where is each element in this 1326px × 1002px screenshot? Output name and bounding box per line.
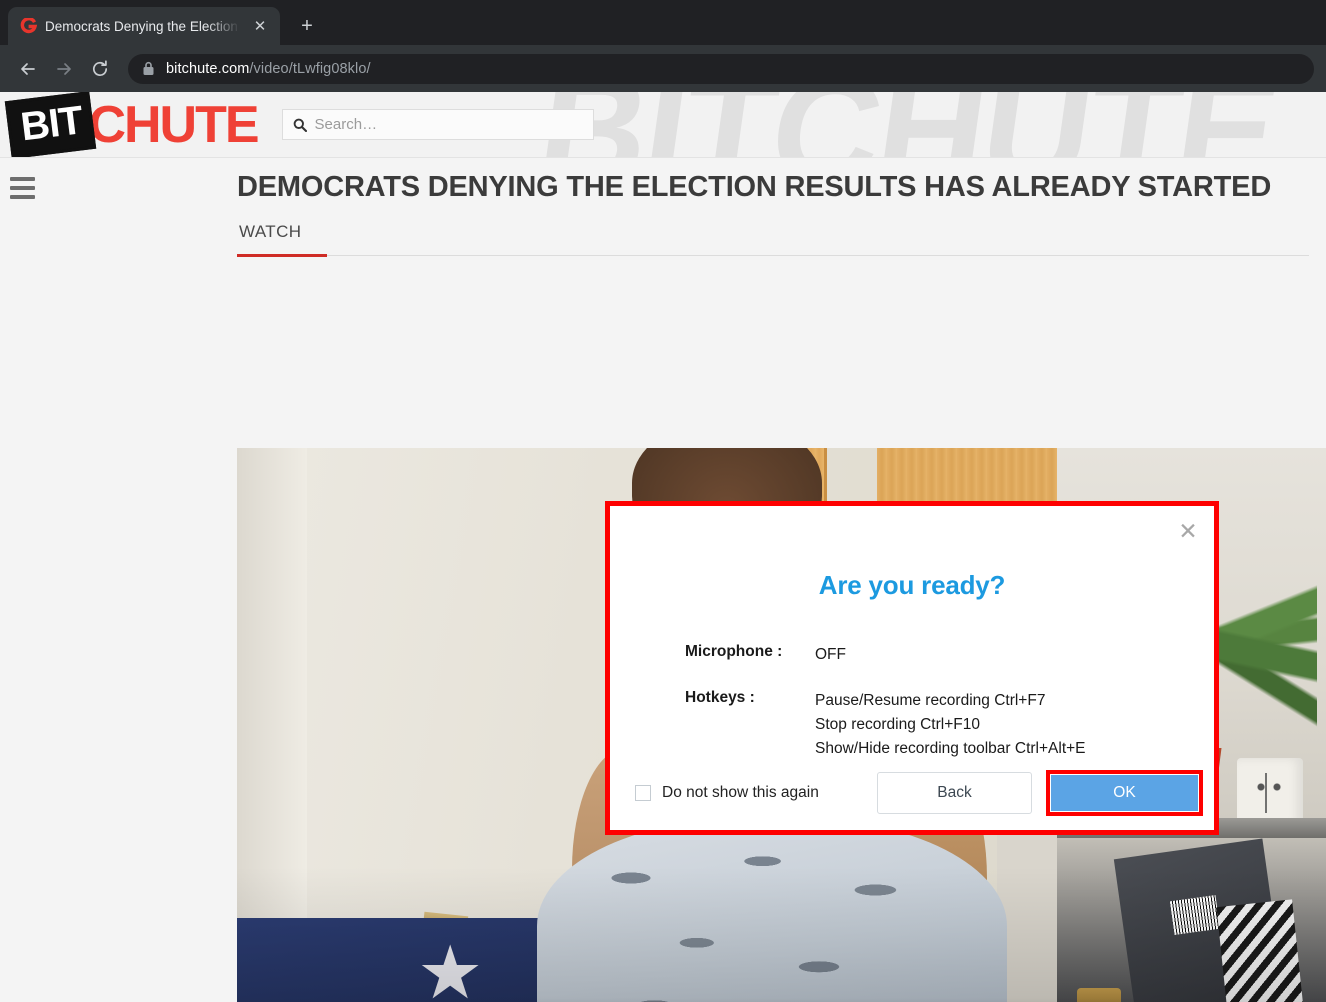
recorder-ready-dialog: ✕ Are you ready? Microphone : OFF Hotkey…	[610, 506, 1214, 830]
content-tabs: WATCH	[237, 216, 1309, 257]
tab-watch[interactable]: WATCH	[237, 216, 328, 257]
address-bar[interactable]: bitchute.com/video/tLwfig08klo/	[128, 53, 1314, 84]
search-input[interactable]	[314, 116, 583, 133]
bitchute-favicon-icon	[20, 17, 37, 35]
tab-strip: Democrats Denying the Election ✕ +	[0, 0, 1326, 45]
forward-icon[interactable]	[48, 53, 80, 85]
ok-button[interactable]: OK	[1051, 775, 1198, 811]
page-body: BITCHUTE BIT CHUTE DEMOCRATS DENYING THE…	[0, 92, 1326, 1002]
menu-bar-3	[10, 195, 35, 199]
close-icon[interactable]: ✕	[250, 16, 270, 36]
player-controls: 00:00	[237, 998, 1326, 1002]
new-tab-button[interactable]: +	[292, 11, 322, 41]
close-icon[interactable]: ✕	[1175, 518, 1201, 544]
hotkeys-row: Hotkeys : Pause/Resume recording Ctrl+F7…	[685, 689, 1214, 761]
url-host: bitchute.com	[166, 60, 250, 77]
dialog-rows: Microphone : OFF Hotkeys : Pause/Resume …	[610, 643, 1214, 761]
do-not-show-label: Do not show this again	[662, 784, 819, 801]
search-box[interactable]	[281, 109, 594, 140]
microphone-value: OFF	[815, 646, 846, 663]
recorder-ready-dialog-highlight: ✕ Are you ready? Microphone : OFF Hotkey…	[605, 501, 1219, 835]
ok-button-highlight: OK	[1046, 770, 1203, 816]
navigation-bar: bitchute.com/video/tLwfig08klo/	[0, 45, 1326, 92]
browser-chrome: Democrats Denying the Election ✕ + bitch…	[0, 0, 1326, 92]
logo-chute: CHUTE	[88, 95, 259, 154]
menu-bar-1	[10, 177, 35, 181]
dialog-footer: Do not show this again Back OK	[610, 770, 1214, 816]
bitchute-logo[interactable]: BIT CHUTE	[4, 92, 260, 157]
site-header: BITCHUTE BIT CHUTE	[0, 92, 1326, 158]
hotkeys-value: Pause/Resume recording Ctrl+F7 Stop reco…	[815, 692, 1086, 758]
tab-title: Democrats Denying the Election	[45, 18, 238, 34]
microphone-row: Microphone : OFF	[685, 643, 1214, 667]
back-button[interactable]: Back	[877, 772, 1032, 814]
dialog-title: Are you ready?	[818, 570, 1006, 600]
lock-icon	[142, 61, 155, 76]
logo-bit: BIT	[4, 92, 97, 157]
url-path: /video/tLwfig08klo/	[249, 60, 371, 77]
back-icon[interactable]	[12, 53, 44, 85]
do-not-show-checkbox[interactable]	[635, 785, 651, 801]
menu-icon[interactable]	[10, 177, 35, 199]
url-text: bitchute.com/video/tLwfig08klo/	[166, 61, 371, 77]
hotkeys-label: Hotkeys :	[685, 689, 755, 707]
page-content: DEMOCRATS DENYING THE ELECTION RESULTS H…	[0, 158, 1326, 1002]
reload-icon[interactable]	[84, 53, 116, 85]
page-title: DEMOCRATS DENYING THE ELECTION RESULTS H…	[237, 171, 1272, 203]
browser-tab[interactable]: Democrats Denying the Election ✕	[8, 7, 280, 45]
menu-bar-2	[10, 186, 35, 190]
microphone-label: Microphone :	[685, 643, 783, 660]
do-not-show-checkbox-wrap[interactable]: Do not show this again	[635, 784, 819, 802]
search-icon	[293, 118, 307, 132]
logo-watermark: BITCHUTE	[528, 92, 1287, 157]
